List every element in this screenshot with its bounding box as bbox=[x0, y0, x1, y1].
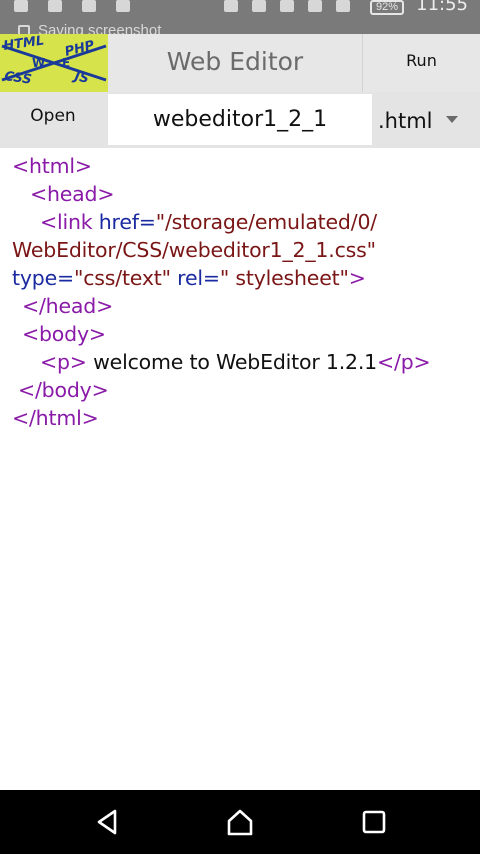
clock: 11:55 bbox=[416, 0, 468, 15]
code-token-string: " stylesheet" bbox=[219, 266, 349, 290]
status-bar: Saving screenshot 92% 11:55 bbox=[0, 0, 480, 34]
extension-value: .html bbox=[378, 109, 433, 133]
home-button[interactable] bbox=[222, 804, 258, 840]
sim-1-icon bbox=[252, 0, 266, 12]
signal-1-icon bbox=[280, 0, 294, 12]
filename-input[interactable] bbox=[108, 94, 372, 145]
code-token-string: "css/text" bbox=[73, 266, 171, 290]
code-line: <head> bbox=[0, 180, 480, 208]
code-token-tag: <body> bbox=[22, 322, 106, 346]
code-token-tag: <head> bbox=[30, 182, 115, 206]
extension-select[interactable]: .html bbox=[374, 92, 480, 148]
back-button[interactable] bbox=[90, 804, 126, 840]
code-line: </body> bbox=[0, 376, 480, 404]
screenshot-notice: Saving screenshot bbox=[18, 22, 161, 34]
open-button[interactable]: Open bbox=[0, 92, 106, 148]
image-icon bbox=[48, 0, 62, 12]
code-line: WebEditor/CSS/webeditor1_2_1.css" bbox=[0, 236, 480, 264]
status-system-icons bbox=[224, 0, 350, 14]
logo-w: W bbox=[32, 56, 45, 70]
code-token-tag: </head> bbox=[22, 294, 114, 318]
code-token-tag: <html> bbox=[12, 154, 92, 178]
code-token-tag: <p> bbox=[40, 350, 87, 374]
code-line: </head> bbox=[0, 292, 480, 320]
recents-button[interactable] bbox=[356, 804, 392, 840]
recents-square-icon bbox=[362, 810, 386, 834]
task-icon bbox=[82, 0, 96, 12]
code-token-string: "/storage/emulated/0/ bbox=[155, 210, 378, 234]
code-token-attribute: type= bbox=[12, 266, 74, 290]
code-line: <p> welcome to WebEditor 1.2.1</p> bbox=[0, 348, 480, 376]
signal-2-icon bbox=[336, 0, 350, 12]
app-logo-graphic: HTML PHP W E CSS JS bbox=[0, 34, 108, 92]
sim-2-icon bbox=[308, 0, 322, 12]
code-token-tag: > bbox=[348, 266, 366, 290]
code-line: </html> bbox=[0, 404, 480, 432]
wifi-icon bbox=[224, 0, 238, 12]
status-notification-icons bbox=[14, 0, 130, 14]
screenshot-notice-text: Saving screenshot bbox=[38, 22, 162, 34]
code-token-tag: </html> bbox=[12, 406, 99, 430]
code-line: <body> bbox=[0, 320, 480, 348]
code-token-attribute: rel= bbox=[170, 266, 220, 290]
code-token-tag: </p> bbox=[377, 350, 431, 374]
code-line: <html> bbox=[0, 152, 480, 180]
code-line: <link href="/storage/emulated/0/ bbox=[0, 208, 480, 236]
logo-e: E bbox=[62, 56, 70, 70]
code-editor[interactable]: <html> <head> <link href="/storage/emula… bbox=[0, 148, 480, 788]
run-button[interactable]: Run bbox=[362, 34, 480, 92]
code-token-tag: </body> bbox=[18, 378, 109, 402]
bulb-icon bbox=[116, 0, 130, 12]
app-logo: HTML PHP W E CSS JS bbox=[0, 34, 108, 92]
app-bar: HTML PHP W E CSS JS Web Editor Run bbox=[0, 34, 480, 92]
home-icon bbox=[227, 809, 253, 836]
screenshot-icon bbox=[18, 24, 30, 34]
battery-indicator: 92% bbox=[369, 0, 404, 15]
app-title: Web Editor bbox=[166, 47, 304, 76]
code-token-text: welcome to WebEditor 1.2.1 bbox=[86, 350, 378, 374]
usb-icon bbox=[14, 0, 28, 12]
dropdown-arrow-icon bbox=[446, 116, 458, 123]
back-triangle-icon bbox=[97, 809, 117, 835]
code-token-string: WebEditor/CSS/webeditor1_2_1.css" bbox=[12, 238, 376, 262]
navigation-bar bbox=[0, 790, 480, 854]
code-token-tag: <link bbox=[40, 210, 93, 234]
code-token-attribute: href= bbox=[92, 210, 156, 234]
code-line: type="css/text" rel=" stylesheet"> bbox=[0, 264, 480, 292]
file-row: Open .html bbox=[0, 92, 480, 148]
